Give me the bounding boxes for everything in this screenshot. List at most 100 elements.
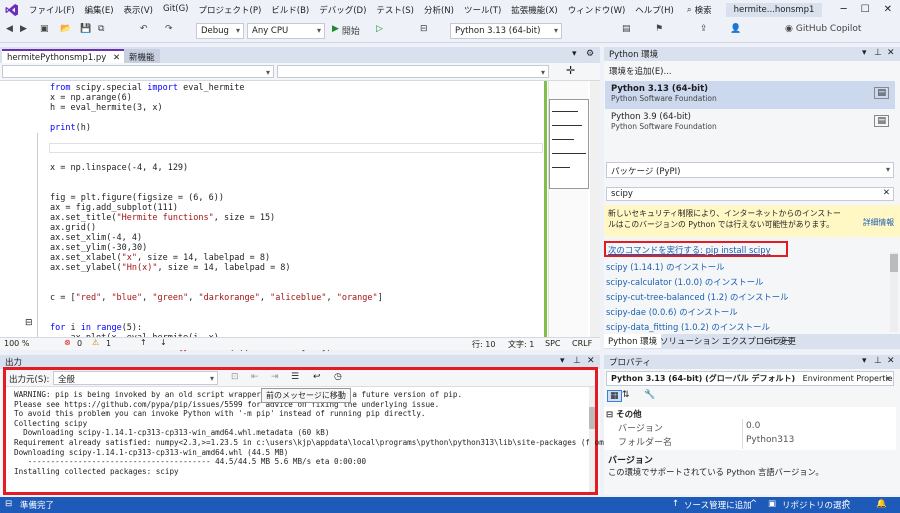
- error-icon[interactable]: ⊗: [64, 338, 71, 347]
- settings-icon[interactable]: ⚙: [586, 49, 594, 59]
- props-object-dropdown[interactable]: Python 3.13 (64-bit) (グローバル デフォルト) Envir…: [606, 371, 894, 386]
- minimize-icon[interactable]: ─: [841, 4, 847, 15]
- props-menu-icon[interactable]: ▾: [862, 356, 867, 366]
- spc-indicator[interactable]: SPC: [545, 339, 561, 348]
- pin-icon[interactable]: ⊥: [573, 356, 581, 366]
- save-all-icon[interactable]: ⧉: [98, 24, 104, 34]
- repo-select-button[interactable]: リポジトリの選択: [782, 499, 850, 511]
- prev-message-icon[interactable]: ⇤: [251, 372, 259, 382]
- tab-git-changes[interactable]: Git 変更: [764, 335, 796, 347]
- tab-new-features[interactable]: 新機能: [124, 49, 160, 63]
- member-dropdown[interactable]: [277, 65, 549, 78]
- start-without-debug-icon[interactable]: ▷: [376, 24, 383, 34]
- env-close-icon[interactable]: ✕: [887, 48, 895, 58]
- menu-item[interactable]: ビルド(B): [266, 4, 314, 16]
- config-dropdown[interactable]: Debug: [196, 23, 244, 39]
- props-pin-icon[interactable]: ⊥: [874, 356, 882, 366]
- output-scrollbar[interactable]: [589, 387, 595, 492]
- copilot-button[interactable]: ◉ GitHub Copilot: [785, 24, 861, 34]
- menu-item[interactable]: プロジェクト(P): [194, 4, 267, 16]
- open-icon[interactable]: 📂: [60, 24, 71, 34]
- close-icon[interactable]: ✕: [884, 4, 892, 15]
- close-tab-icon[interactable]: ✕: [113, 53, 120, 63]
- forward-icon[interactable]: ▶: [20, 24, 27, 34]
- menu-item[interactable]: ファイル(F): [24, 4, 80, 16]
- fold-icon[interactable]: ⊟: [25, 318, 33, 328]
- panel-menu-icon[interactable]: ▾: [560, 356, 565, 366]
- minimap[interactable]: [548, 81, 589, 337]
- menu-item[interactable]: ツール(T): [459, 4, 506, 16]
- bookmark-icon[interactable]: ⚑: [655, 24, 663, 34]
- environment-icon[interactable]: ⊟: [420, 24, 428, 34]
- redo-icon[interactable]: ↷: [165, 24, 173, 34]
- packages-dropdown[interactable]: パッケージ (PyPI): [606, 162, 894, 178]
- env-item-313[interactable]: Python 3.13 (64-bit) Python Software Fou…: [605, 81, 895, 109]
- env-overview-icon[interactable]: ▤: [874, 87, 889, 99]
- code-line: ax.set_title("Hermite functions", size =…: [50, 213, 276, 223]
- vertical-scrollbar[interactable]: [590, 81, 600, 337]
- alphabetical-icon[interactable]: ⇅: [622, 390, 630, 400]
- down-arrow-icon[interactable]: ↓: [160, 338, 167, 347]
- notification-icon[interactable]: 🔔: [876, 499, 887, 509]
- package-install-item[interactable]: scipy-calculator (1.0.0) のインストール: [606, 276, 763, 288]
- section-header[interactable]: ⊟ その他: [606, 408, 642, 420]
- add-environment-link[interactable]: 環境を追加(E)...: [609, 65, 672, 77]
- search-box[interactable]: ⌕ 検索: [687, 4, 712, 16]
- menu-item[interactable]: ウィンドウ(W): [563, 4, 631, 16]
- package-install-item[interactable]: scipy-dae (0.0.6) のインストール: [606, 306, 738, 318]
- people-icon[interactable]: 👤: [730, 24, 741, 34]
- property-pages-icon[interactable]: 🔧: [644, 390, 655, 400]
- back-icon[interactable]: ◀: [6, 24, 13, 34]
- run-command-link[interactable]: 次のコマンドを実行する: pip install scipy: [604, 241, 788, 257]
- undo-icon[interactable]: ↶: [140, 24, 148, 34]
- env-item-39[interactable]: Python 3.9 (64-bit) Python Software Foun…: [605, 109, 895, 137]
- share-icon[interactable]: ⇪: [700, 24, 708, 34]
- vs-logo-icon[interactable]: [0, 0, 24, 19]
- output-source-dropdown[interactable]: 全般: [53, 371, 218, 385]
- source-control-button[interactable]: ソース管理に追加: [684, 499, 752, 511]
- panel-close-icon[interactable]: ✕: [587, 356, 595, 366]
- menu-item[interactable]: ヘルプ(H): [630, 4, 679, 16]
- tab-hermite-file[interactable]: hermitePythonsmp1.py ✕: [2, 49, 126, 63]
- package-install-item[interactable]: scipy-data_fitting (1.0.2) のインストール: [606, 321, 770, 333]
- env-menu-icon[interactable]: ▾: [862, 48, 867, 58]
- warning-icon[interactable]: ⚠: [92, 338, 99, 347]
- tab-list-icon[interactable]: ▾: [572, 49, 577, 59]
- clock-icon[interactable]: ◷: [334, 372, 342, 382]
- menu-item[interactable]: 表示(V): [119, 4, 158, 16]
- layout-icon[interactable]: ▤: [622, 24, 631, 34]
- interpreter-dropdown[interactable]: Python 3.13 (64-bit): [450, 23, 562, 39]
- start-button[interactable]: ▶ 開始: [332, 24, 360, 37]
- maximize-icon[interactable]: ☐: [861, 4, 870, 15]
- save-icon[interactable]: 💾: [80, 24, 91, 34]
- scope-dropdown[interactable]: [2, 65, 274, 78]
- tab-python-env[interactable]: Python 環境: [604, 334, 662, 348]
- categorized-icon[interactable]: ▦: [607, 390, 622, 402]
- package-install-item[interactable]: scipy (1.14.1) のインストール: [606, 261, 725, 273]
- menu-item[interactable]: デバッグ(D): [314, 4, 371, 16]
- package-install-item[interactable]: scipy-cut-tree-balanced (1.2) のインストール: [606, 291, 788, 303]
- menu-item[interactable]: 拡張機能(X): [506, 4, 562, 16]
- package-search-input[interactable]: scipy ✕: [606, 187, 894, 201]
- find-message-icon[interactable]: ⊡: [231, 372, 239, 382]
- more-info-link[interactable]: 詳細情報: [863, 217, 894, 228]
- menu-item[interactable]: テスト(S): [371, 4, 419, 16]
- platform-dropdown[interactable]: Any CPU: [247, 23, 325, 39]
- new-item-icon[interactable]: ▣: [40, 24, 49, 34]
- word-wrap-icon[interactable]: ↩: [313, 372, 321, 382]
- code-editor[interactable]: ⊟ from scipy.special import eval_hermite…: [0, 81, 600, 353]
- env-pin-icon[interactable]: ⊥: [874, 48, 882, 58]
- clear-all-icon[interactable]: ☰: [291, 372, 299, 382]
- props-close-icon[interactable]: ✕: [887, 356, 895, 366]
- next-message-icon[interactable]: ⇥: [271, 372, 279, 382]
- env-overview-icon[interactable]: ▤: [874, 115, 889, 127]
- env-scrollbar[interactable]: [890, 252, 898, 332]
- up-arrow-icon[interactable]: ↑: [140, 338, 147, 347]
- menu-item[interactable]: 編集(E): [80, 4, 119, 16]
- menu-item[interactable]: Git(G): [158, 4, 194, 16]
- menu-item[interactable]: 分析(N): [419, 4, 459, 16]
- zoom-level[interactable]: 100 %: [4, 339, 29, 348]
- clear-search-icon[interactable]: ✕: [883, 188, 890, 198]
- crlf-indicator[interactable]: CRLF: [572, 339, 592, 348]
- split-icon[interactable]: ✛: [566, 64, 575, 77]
